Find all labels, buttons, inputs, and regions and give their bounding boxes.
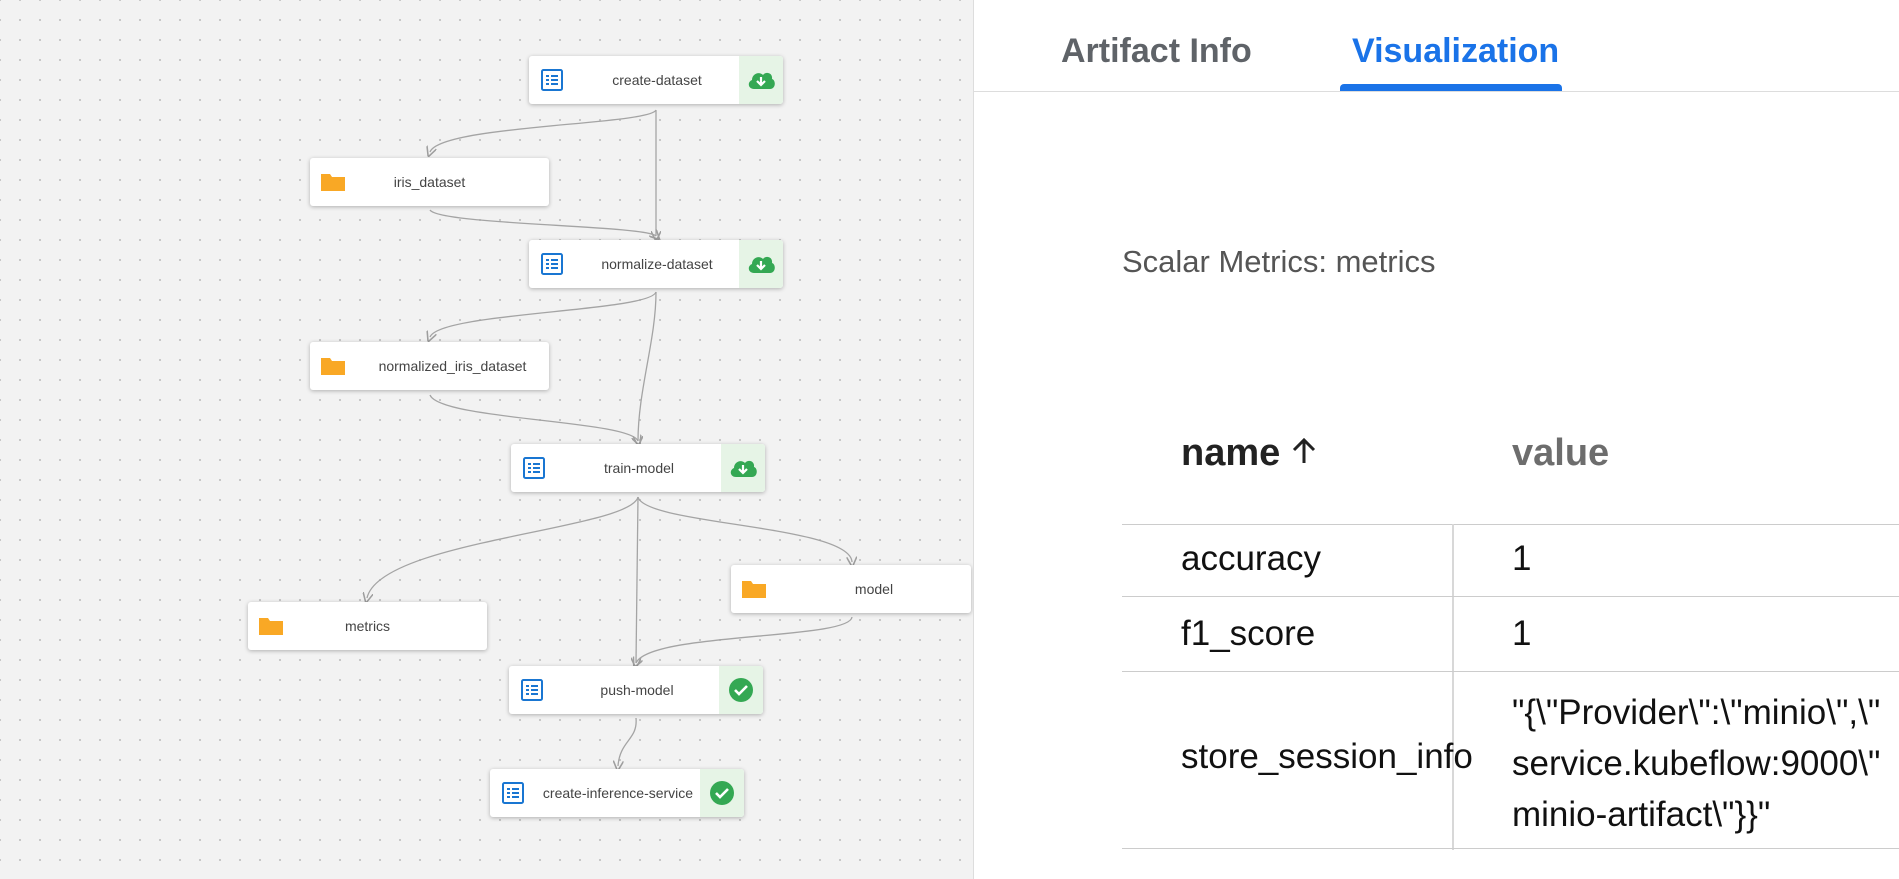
column-divider <box>1452 524 1454 850</box>
node-push-model[interactable]: push-model <box>509 666 763 714</box>
column-header-label: name <box>1181 432 1281 474</box>
edge <box>638 291 657 441</box>
cloud-download-icon <box>721 444 765 492</box>
edge <box>618 717 637 766</box>
metric-value: 1 <box>1512 614 1532 653</box>
node-label: train-model <box>603 460 675 476</box>
edge <box>637 496 852 562</box>
node-model[interactable]: model <box>731 565 971 613</box>
metric-value-line: service.kubeflow:9000\" <box>1512 744 1881 783</box>
metric-name: f1_score <box>1181 614 1316 653</box>
edge <box>636 616 853 663</box>
details-panel: Artifact Info Visualization Scalar Metri… <box>973 0 1899 879</box>
arrow-up-icon <box>1290 433 1318 476</box>
cloud-download-icon <box>739 240 783 288</box>
edge <box>367 496 639 598</box>
folder-icon <box>248 602 294 650</box>
pipeline-graph[interactable]: create-dataset iris_dataset normalize-da… <box>0 0 973 879</box>
list-icon <box>490 769 536 817</box>
folder-icon <box>310 342 356 390</box>
edge <box>429 394 638 441</box>
node-create-dataset[interactable]: create-dataset <box>529 56 783 104</box>
node-create-inference-service[interactable]: create-inference-service <box>490 769 744 817</box>
node-iris-dataset[interactable]: iris_dataset <box>310 158 549 206</box>
folder-icon <box>310 158 356 206</box>
active-tab-indicator <box>1340 84 1562 91</box>
tab-bar: Artifact Info Visualization <box>974 0 1899 92</box>
edge <box>429 209 656 236</box>
list-icon <box>509 666 555 714</box>
metric-value-line: "{\"Provider\":\"minio\",\" <box>1512 693 1881 732</box>
node-label: iris_dataset <box>393 174 466 190</box>
node-label: create-dataset <box>612 72 702 88</box>
metric-value: 1 <box>1512 539 1532 578</box>
node-label: push-model <box>600 682 674 698</box>
node-label: metrics <box>344 618 391 634</box>
list-icon <box>529 56 575 104</box>
list-icon <box>529 240 575 288</box>
tab-visualization[interactable]: Visualization <box>1352 32 1559 71</box>
edge <box>636 496 638 663</box>
column-header-value[interactable]: value <box>1512 432 1609 475</box>
metric-name: store_session_info <box>1181 737 1473 776</box>
node-label: create-inference-service <box>542 785 694 801</box>
edge <box>430 109 657 152</box>
cloud-download-icon <box>739 56 783 104</box>
edge <box>430 291 657 337</box>
list-icon <box>511 444 557 492</box>
node-normalized-iris-dataset[interactable]: normalized_iris_dataset <box>310 342 549 390</box>
table-divider <box>1122 848 1899 849</box>
node-train-model[interactable]: train-model <box>511 444 765 492</box>
metric-value-line: minio-artifact\"}}" <box>1512 795 1771 834</box>
table-divider <box>1122 671 1899 672</box>
column-header-name[interactable]: name <box>1181 432 1318 476</box>
graph-edges <box>0 109 973 879</box>
folder-icon <box>731 565 777 613</box>
check-circle-icon <box>700 769 744 817</box>
check-circle-icon <box>719 666 763 714</box>
node-normalize-dataset[interactable]: normalize-dataset <box>529 240 783 288</box>
metric-name: accuracy <box>1181 539 1322 578</box>
tab-artifact-info[interactable]: Artifact Info <box>1061 32 1252 71</box>
metric-value: "{\"Provider\":\"minio\",\" service.kube… <box>1512 687 1880 840</box>
metrics-title: Scalar Metrics: metrics <box>1122 244 1436 279</box>
node-metrics[interactable]: metrics <box>248 602 487 650</box>
node-label: normalize-dataset <box>601 256 713 272</box>
table-divider <box>1122 524 1899 525</box>
node-label: normalized_iris_dataset <box>378 358 527 374</box>
table-divider <box>1122 596 1899 597</box>
node-label: model <box>854 581 894 597</box>
